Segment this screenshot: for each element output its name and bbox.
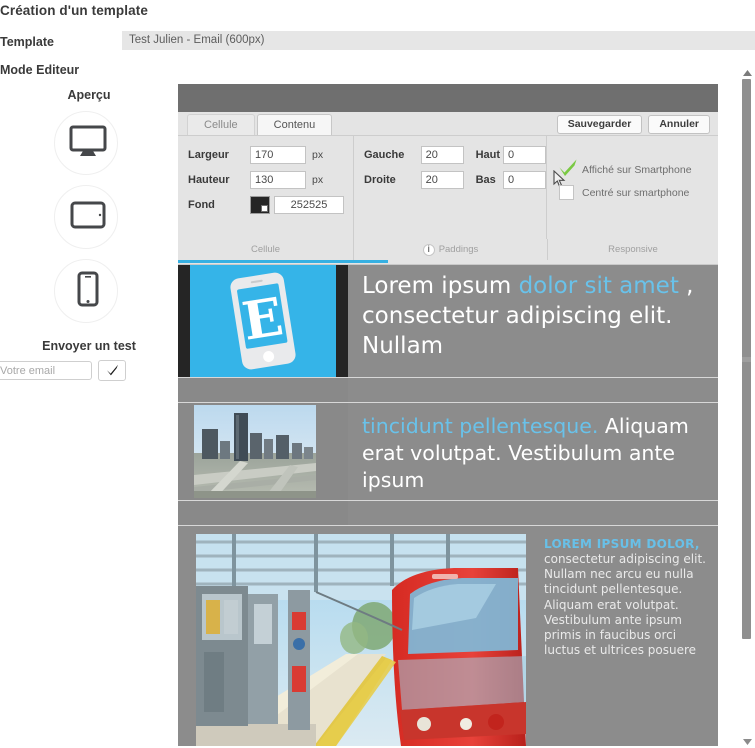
panel-cellule: Largeur px Hauteur px Fond (178, 136, 353, 239)
info-icon[interactable]: i (422, 243, 435, 256)
scrollbar-thumb[interactable] (742, 79, 751, 639)
preview-sidebar: Aperçu Envoyer un test Votre email (0, 88, 172, 381)
field-fond: Fond (188, 196, 353, 214)
block2-image-cell[interactable] (178, 403, 348, 500)
test-email-input[interactable] (0, 361, 92, 380)
scrollbar-track[interactable] (739, 79, 755, 735)
device-preview-list (0, 111, 172, 323)
block1-text-accent: dolor sit amet (518, 273, 679, 299)
checkbox-centre-smartphone[interactable]: Centré sur smartphone (559, 185, 718, 200)
fond-hex-input[interactable] (274, 196, 344, 214)
city-skyline-highway-photo (194, 405, 316, 498)
affiche-smartphone-label: Affiché sur Smartphone (582, 163, 692, 176)
block3-text-cell[interactable]: LOREM IPSUM DOLOR, consectetur adipiscin… (530, 526, 718, 746)
field-gauche-haut: Gauche Haut (364, 146, 546, 164)
gauche-label: Gauche (364, 149, 405, 161)
unchecked-box-icon (559, 185, 574, 200)
fond-color-swatch[interactable] (250, 196, 270, 214)
email-block-3[interactable]: LOREM IPSUM DOLOR, consectetur adipiscin… (178, 526, 718, 746)
field-droite-bas: Droite Bas (364, 171, 546, 189)
preview-heading: Aperçu (67, 88, 111, 102)
bas-input[interactable] (503, 171, 546, 189)
preview-device-mobile[interactable] (54, 259, 118, 323)
largeur-unit: px (312, 149, 324, 161)
email-block-1[interactable]: E Lorem ipsum dolor sit amet , consectet… (178, 265, 718, 377)
chevron-down-icon (742, 738, 752, 745)
send-test-heading: Envoyer un test (42, 339, 136, 353)
save-button[interactable]: Sauvegarder (556, 115, 643, 134)
chevron-up-icon (742, 69, 752, 76)
panel-footer-labels: Cellule i Paddings Responsive (178, 239, 718, 260)
block3-heading: LOREM IPSUM DOLOR, (544, 537, 700, 551)
preview-device-tablet[interactable] (54, 185, 118, 249)
block1-logo-cell[interactable]: E (178, 265, 348, 377)
fond-label: Fond (188, 199, 215, 211)
checkbox-affiche-smartphone[interactable]: Affiché sur Smartphone (553, 159, 718, 187)
cancel-button[interactable]: Annuler (648, 115, 710, 134)
panel-responsive: Affiché sur Smartphone Centré sur smartp… (546, 136, 718, 239)
footer-cellule: Cellule (250, 244, 281, 255)
check-icon (106, 364, 119, 378)
send-test-form (0, 360, 172, 381)
bas-label: Bas (475, 174, 496, 186)
block-separator-2 (178, 500, 718, 526)
canvas-top-bar (178, 84, 718, 112)
preview-device-desktop[interactable] (54, 111, 118, 175)
tablet-icon (70, 201, 106, 234)
email-phone-logo-icon: E (190, 265, 336, 377)
mode-editeur-label: Mode Editeur (0, 63, 80, 77)
toolbar-panels: Largeur px Hauteur px Fond (178, 135, 718, 239)
block3-body: consectetur adipiscing elit. Nullam nec … (544, 552, 706, 658)
page-scrollbar[interactable] (739, 66, 755, 748)
droite-label: Droite (364, 174, 396, 186)
block1-text-cell[interactable]: Lorem ipsum dolor sit amet , consectetur… (348, 265, 718, 377)
email-block-2[interactable]: tincidunt pellentesque. Aliquam erat vol… (178, 403, 718, 500)
gauche-input[interactable] (420, 146, 464, 164)
block-separator-1 (178, 377, 718, 403)
haut-input[interactable] (503, 146, 546, 164)
footer-responsive: Responsive (547, 239, 718, 260)
template-name-input[interactable] (122, 31, 755, 50)
tab-contenu[interactable]: Contenu (256, 114, 333, 135)
field-hauteur: Hauteur px (188, 171, 353, 189)
scroll-up-button[interactable] (739, 66, 755, 79)
tab-cellule[interactable]: Cellule (187, 114, 255, 135)
centre-smartphone-label: Centré sur smartphone (582, 186, 690, 199)
footer-paddings-label: Paddings (438, 244, 479, 255)
droite-input[interactable] (420, 171, 464, 189)
hauteur-input[interactable] (250, 171, 306, 189)
template-editor-page: Création d'un template Template Mode Edi… (0, 0, 755, 748)
field-largeur: Largeur px (188, 146, 353, 164)
toolbar-actions: Sauvegarder Annuler (556, 115, 718, 135)
haut-label: Haut (475, 149, 501, 161)
block1-text-part1: Lorem ipsum (362, 273, 519, 299)
template-field-label: Template (0, 35, 54, 49)
toolbar-tabs: Cellule Contenu Sauvegarder Annuler (178, 112, 718, 135)
cell-properties-toolbar: Cellule Contenu Sauvegarder Annuler Larg… (178, 112, 718, 265)
block2-text-accent: tincidunt pellentesque. (362, 414, 599, 438)
block3-image-cell[interactable] (178, 526, 530, 746)
email-preview-body: E Lorem ipsum dolor sit amet , consectet… (178, 265, 718, 746)
block2-text: tincidunt pellentesque. Aliquam erat vol… (362, 413, 712, 494)
hauteur-label: Hauteur (188, 174, 230, 186)
send-test-submit-button[interactable] (98, 360, 126, 381)
block1-text: Lorem ipsum dolor sit amet , consectetur… (362, 271, 708, 361)
footer-paddings: i Paddings (353, 239, 547, 260)
scroll-down-button[interactable] (739, 735, 755, 748)
active-panel-indicator (178, 260, 388, 263)
email-editor-canvas: Cellule Contenu Sauvegarder Annuler Larg… (178, 84, 718, 748)
desktop-icon (69, 125, 107, 162)
page-title: Création d'un template (0, 3, 148, 18)
mobile-icon (77, 271, 99, 312)
hauteur-unit: px (312, 174, 324, 186)
largeur-input[interactable] (250, 146, 306, 164)
block2-text-cell[interactable]: tincidunt pellentesque. Aliquam erat vol… (348, 403, 718, 500)
panel-paddings: Gauche Haut Droite Bas (353, 136, 546, 239)
red-tram-station-photo (196, 534, 526, 746)
largeur-label: Largeur (188, 149, 229, 161)
